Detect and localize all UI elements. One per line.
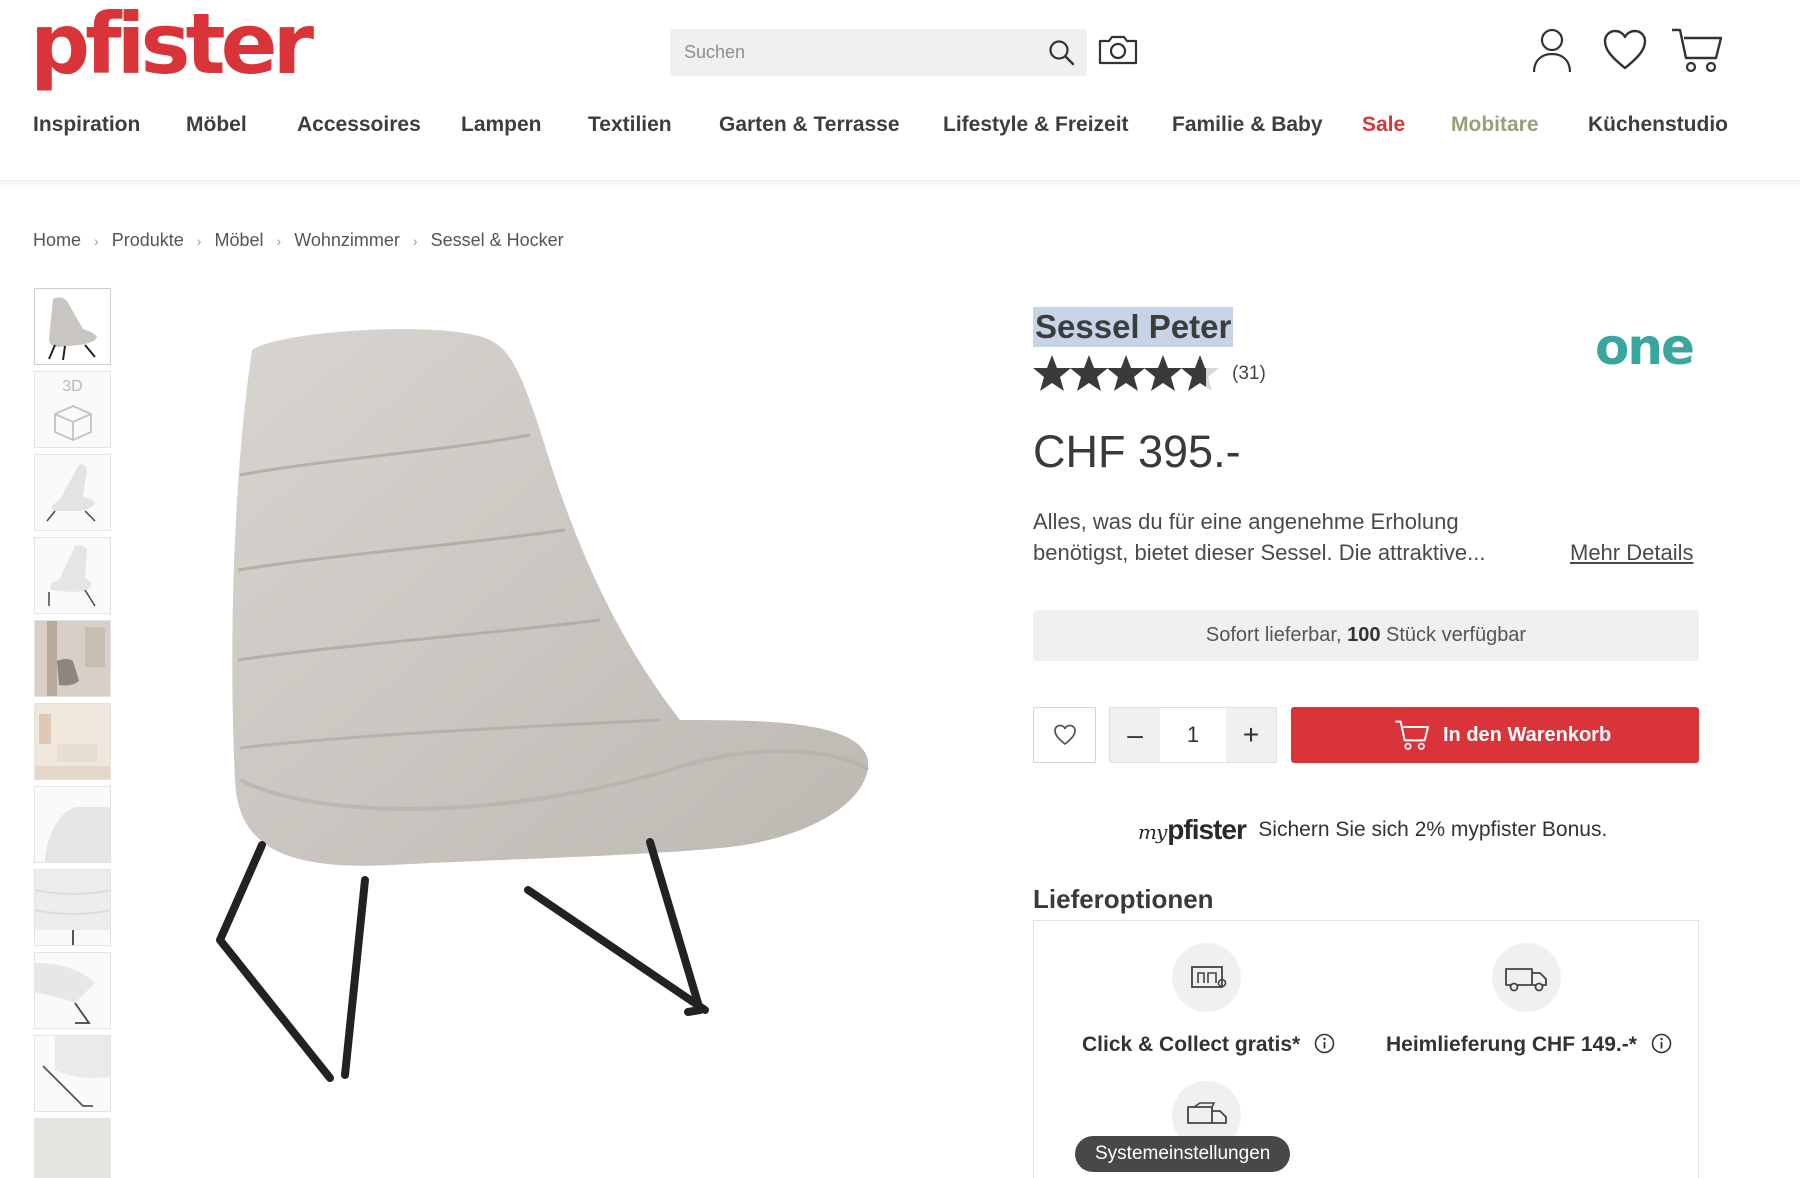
thumbnail-1[interactable] [34,288,111,365]
thumbnail-10[interactable] [34,1035,111,1112]
thumbnail-4[interactable] [34,537,111,614]
product-price: CHF 395.- [1033,426,1241,477]
nav-item-kuechenstudio[interactable]: Küchenstudio [1588,113,1728,137]
heart-icon[interactable] [1602,28,1648,72]
detail-thumbnail-image [35,870,110,945]
detail-thumbnail-image [42,1036,110,1107]
cart-icon[interactable] [1670,26,1724,74]
click-collect-icon [1172,943,1241,1012]
add-to-cart-button[interactable]: In den Warenkorb [1291,707,1699,763]
delivery-truck-icon [1492,943,1561,1012]
thumbnail-9[interactable] [34,952,111,1029]
thumbnail-3d[interactable]: 3D [34,371,111,448]
quantity-increase-button[interactable]: + [1226,708,1276,762]
breadcrumb-moebel[interactable]: Möbel [214,230,263,251]
star-icon [1070,355,1108,391]
mypfister-logo: mypfister [1138,814,1247,846]
room-thumbnail-image [35,621,110,696]
thumbnail-7[interactable] [34,786,111,863]
cart-icon [1395,720,1429,750]
mypfister-logo-my: my [1138,820,1167,844]
detail-thumbnail-image [45,807,110,862]
breadcrumb: Home › Produkte › Möbel › Wohnzimmer › S… [33,230,564,251]
breadcrumb-sessel-hocker[interactable]: Sessel & Hocker [431,230,564,251]
nav-item-mobitare[interactable]: Mobitare [1451,113,1539,137]
thumbnail-3[interactable] [34,454,111,531]
quantity-input[interactable] [1160,708,1226,762]
home-delivery-label: Heimlieferung CHF 149.-* [1386,1033,1637,1056]
chevron-right-icon: › [276,233,282,249]
search-icon[interactable] [1047,38,1077,68]
quantity-decrease-button[interactable]: – [1110,708,1160,762]
pfister-logo[interactable]: pfister [30,2,314,86]
detail-thumbnail-image [35,963,95,1024]
wishlist-button[interactable] [1033,707,1096,763]
breadcrumb-home[interactable]: Home [33,230,81,251]
mypfister-logo-pfister: pfister [1167,814,1247,845]
breadcrumb-produkte[interactable]: Produkte [112,230,184,251]
search-input[interactable] [684,29,1024,76]
product-main-image[interactable] [200,300,900,1100]
nav-item-accessoires[interactable]: Accessoires [297,113,421,137]
availability-banner: Sofort lieferbar, 100 Stück verfügbar [1033,610,1699,661]
nav-item-lifestyle-freizeit[interactable]: Lifestyle & Freizeit [943,113,1129,137]
brand-logo[interactable]: one [1595,318,1695,376]
chair-thumbnail-image [46,464,96,522]
mypfister-bonus-text: Sichern Sie sich 2% mypfister Bonus. [1258,818,1608,841]
delivery-options-title: Lieferoptionen [1033,884,1214,914]
home-delivery-option[interactable]: Heimlieferung CHF 149.-* [1386,1033,1672,1057]
mypfister-bonus: mypfister Sichern Sie sich 2% mypfister … [1138,814,1607,846]
product-description: Alles, was du für eine angenehme Erholun… [1033,509,1486,565]
chevron-right-icon: › [412,233,418,249]
info-icon[interactable] [1651,1033,1672,1054]
thumbnail-3d-label: 3D [62,378,83,395]
chevron-right-icon: › [94,233,99,249]
info-icon[interactable] [1314,1033,1335,1054]
user-icon[interactable] [1530,26,1574,74]
availability-suffix: Stück verfügbar [1380,624,1527,646]
add-to-cart-label: In den Warenkorb [1443,724,1612,746]
click-collect-label: Click & Collect gratis* [1082,1033,1301,1056]
availability-count: 100 [1347,624,1381,646]
system-settings-tooltip: Systemeinstellungen [1075,1136,1291,1172]
thumbnail-11[interactable] [34,1118,111,1178]
nav-item-familie-baby[interactable]: Familie & Baby [1172,113,1323,137]
camera-icon[interactable] [1096,28,1140,72]
star-icon [1107,355,1145,391]
nav-item-inspiration[interactable]: Inspiration [33,113,140,137]
nav-item-sale[interactable]: Sale [1362,113,1405,137]
site-header: pfister Inspiration Möbel Accessoires La… [0,0,1800,181]
more-details-link[interactable]: Mehr Details [1570,540,1693,566]
search-bar [670,29,1087,76]
thumbnail-5[interactable] [34,620,111,697]
detail-thumbnail-image [35,1119,110,1178]
availability-prefix: Sofort lieferbar, [1205,624,1348,646]
star-icon [1144,355,1182,391]
star-half-icon [1181,355,1219,391]
product-title: Sessel Peter [1035,308,1232,345]
heart-icon [1054,724,1076,745]
nav-item-lampen[interactable]: Lampen [461,113,542,137]
thumbnail-8[interactable] [34,869,111,946]
chair-thumbnail-image [48,297,97,361]
chair-thumbnail-image [48,545,96,607]
nav-item-garten-terrasse[interactable]: Garten & Terrasse [719,113,900,137]
click-collect-option[interactable]: Click & Collect gratis* [1082,1033,1335,1057]
review-count[interactable]: (31) [1232,363,1266,385]
thumbnail-6[interactable] [34,703,111,780]
breadcrumb-wohnzimmer[interactable]: Wohnzimmer [294,230,400,251]
star-icon [1033,355,1071,391]
quantity-stepper: – + [1109,707,1277,763]
nav-item-moebel[interactable]: Möbel [186,113,247,137]
nav-item-textilien[interactable]: Textilien [588,113,672,137]
product-title-selection: Sessel Peter [1033,307,1234,347]
chevron-right-icon: › [196,233,202,249]
room-thumbnail-image [35,704,110,779]
